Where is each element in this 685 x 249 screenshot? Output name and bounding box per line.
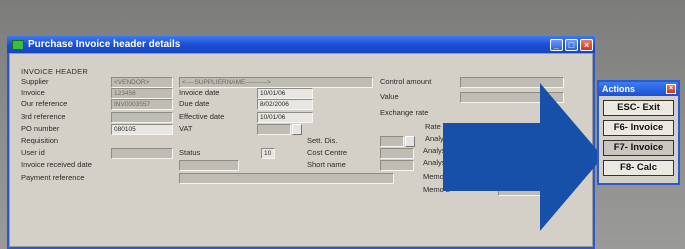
status-label: Status [179,148,201,157]
vat-label: VAT [179,124,193,133]
control-amount-label: Control amount [380,77,432,86]
window-titlebar[interactable]: Purchase Invoice header details _ □ × [7,36,595,53]
supplier-code-field[interactable]: <VENDOR> [111,77,173,88]
invoice-date-field[interactable]: 10/01/06 [257,88,313,99]
app-icon [12,39,24,50]
arrow-pointer-icon [443,83,603,231]
actions-close-icon[interactable]: × [666,84,676,94]
actions-title: Actions [602,84,636,94]
vat-dropdown-button[interactable] [292,124,302,135]
supplier-label: Supplier [21,77,49,86]
short-name-field[interactable] [380,160,414,171]
user-id-label: User id [21,148,45,157]
due-date-field[interactable]: 8/02/2006 [257,99,313,110]
effective-date-field[interactable]: 10/01/06 [257,112,313,123]
esc-exit-button[interactable]: ESC- Exit [603,100,674,116]
user-id-field[interactable] [111,148,173,159]
window-title: Purchase Invoice header details [28,39,181,50]
actions-panel: Actions × ESC- Exit F6- Invoice F7- Invo… [597,80,680,185]
analysis-a-label: Analy [425,134,444,143]
settlement-discount-label: Sett. Dis. [307,136,338,145]
invoice-date-label: Invoice date [179,88,220,97]
payment-reference-label: Payment reference [21,173,85,182]
settlement-discount-button[interactable] [405,136,415,147]
maximize-icon[interactable]: □ [565,38,578,51]
payment-reference-field[interactable] [179,173,394,184]
f6-invoice-button[interactable]: F6- Invoice [603,120,674,136]
f7-invoice-button[interactable]: F7- Invoice [603,140,674,156]
minimize-icon[interactable]: _ [550,38,563,51]
invoice-label: Invoice [21,88,45,97]
third-reference-label: 3rd reference [21,112,66,121]
vat-field[interactable] [257,124,291,135]
effective-date-label: Effective date [179,112,225,121]
cost-centre-field[interactable] [380,148,414,159]
close-icon[interactable]: × [580,38,593,51]
our-reference-label: Our reference [21,99,68,108]
invoice-received-label: Invoice received date [21,160,92,169]
our-reference-field[interactable]: INV0003557 [111,99,173,110]
third-reference-field[interactable] [111,112,173,123]
section-title: INVOICE HEADER [21,67,88,76]
value-label: Value [380,92,399,101]
due-date-label: Due date [179,99,210,108]
cost-centre-label: Cost Centre [307,148,348,157]
rate-label: Rate [425,122,441,131]
exchange-rate-label: Exchange rate [380,108,429,117]
requisition-label: Requisition [21,136,59,145]
po-number-field[interactable]: 080105 [111,124,173,135]
invoice-field[interactable]: 123456 [111,88,173,99]
po-number-label: PO number [21,124,60,133]
supplier-name-field[interactable]: <----SUPPLIERNAME----------> [179,77,373,88]
status-field[interactable]: 10 [261,148,275,159]
invoice-received-date-field[interactable] [179,160,239,171]
settlement-discount-field[interactable] [380,136,404,147]
f8-calc-button[interactable]: F8- Calc [603,160,674,176]
actions-titlebar: Actions × [599,82,678,96]
short-name-label: Short name [307,160,346,169]
